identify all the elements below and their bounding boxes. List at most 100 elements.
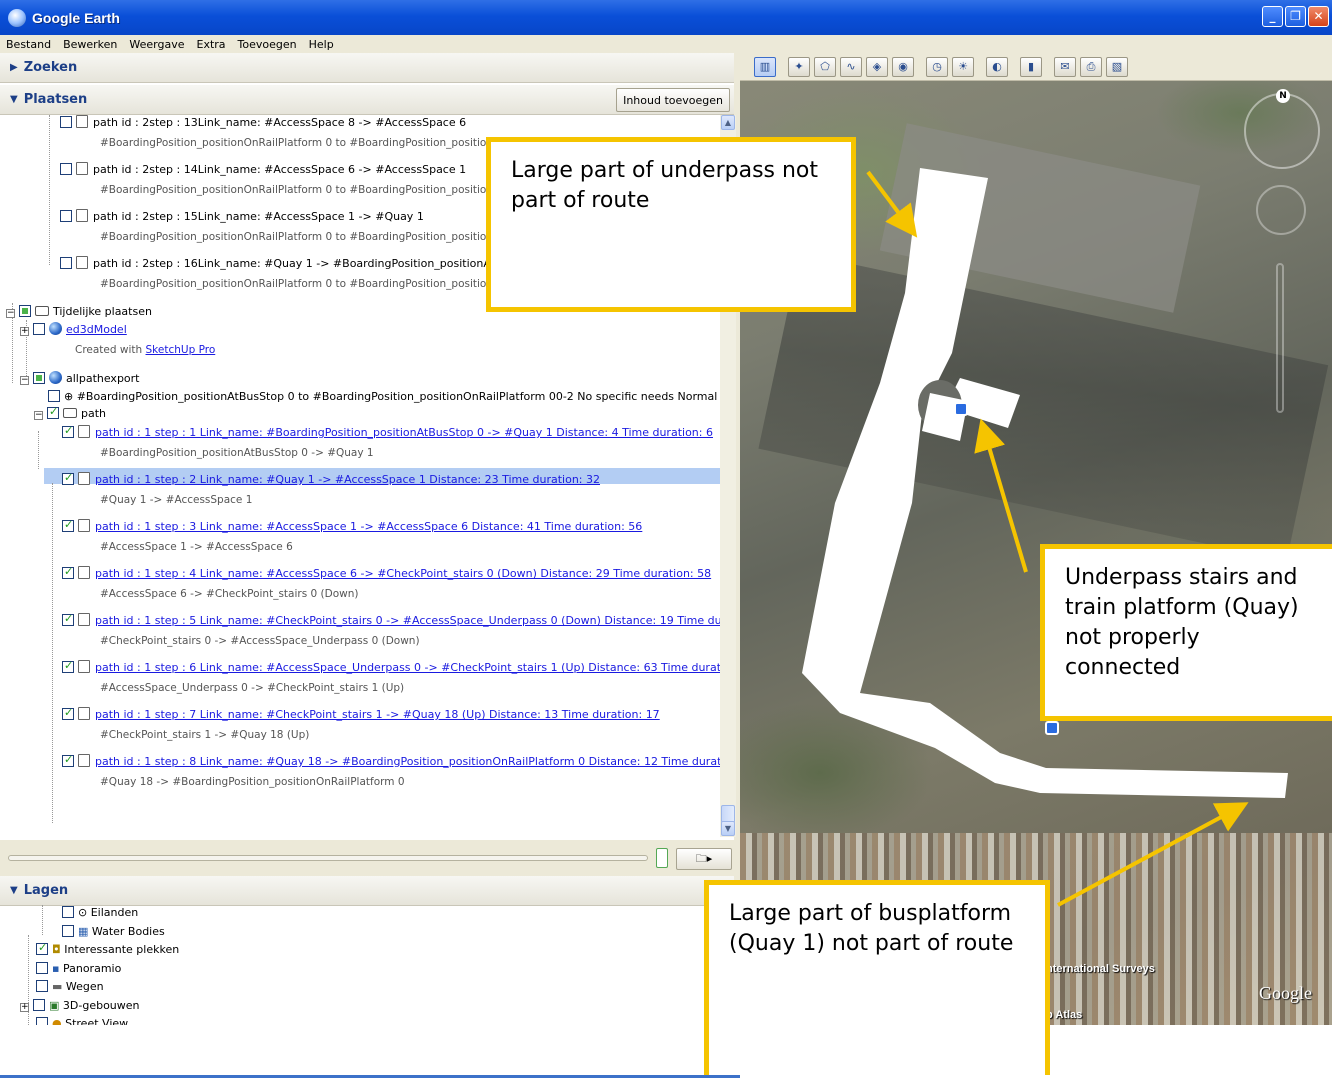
maximize-button[interactable]: ❐ (1285, 6, 1306, 27)
item-link[interactable]: path id : 1 step : 5 Link_name: #CheckPo… (95, 614, 720, 627)
collapse-icon[interactable]: − (6, 309, 15, 318)
close-button[interactable]: ✕ (1308, 6, 1329, 27)
checkbox[interactable] (62, 565, 74, 579)
opacity-slider[interactable] (8, 855, 648, 861)
checkbox[interactable] (60, 116, 72, 128)
list-item[interactable]: path id : 2step : 16Link_name: #Quay 1 -… (60, 256, 527, 270)
list-item[interactable]: path id : 2step : 15Link_name: #AccessSp… (60, 209, 424, 223)
item-description: #AccessSpace 6 -> #CheckPoint_stairs 0 (… (100, 588, 359, 600)
checkbox[interactable] (36, 941, 48, 955)
tree-item-export-desc[interactable]: ⊕ #BoardingPosition_positionAtBusStop 0 … (48, 390, 717, 403)
checkbox[interactable] (62, 518, 74, 532)
list-item[interactable]: path id : 1 step : 3 Link_name: #AccessS… (62, 518, 642, 533)
model-link[interactable]: ed3dModel (66, 323, 127, 336)
list-item[interactable]: path id : 2step : 14Link_name: #AccessSp… (60, 162, 466, 176)
menu-bewerken[interactable]: Bewerken (63, 38, 117, 51)
sunlight-icon[interactable]: ☀ (952, 56, 974, 77)
layer-item[interactable]: ▦ Water Bodies (62, 925, 165, 938)
expand-icon[interactable]: + (20, 327, 29, 336)
folder-menu-button[interactable]: 🗀▸ (676, 848, 732, 870)
look-joystick[interactable] (1256, 185, 1306, 235)
item-link[interactable]: path id : 1 step : 7 Link_name: #CheckPo… (95, 708, 660, 721)
layers-panel-header[interactable]: ▼ Lagen (0, 876, 734, 906)
layer-item[interactable]: ▪ Panoramio (36, 962, 121, 975)
email-icon[interactable]: ✉ (1054, 56, 1076, 77)
checkbox[interactable] (33, 999, 45, 1011)
checkbox[interactable] (62, 612, 74, 626)
placemark-icon[interactable]: ✦ (788, 56, 810, 77)
layer-item[interactable]: ◘ Interessante plekken (36, 941, 179, 956)
checkbox[interactable] (60, 257, 72, 269)
layer-item[interactable]: ● Street View (36, 1017, 128, 1025)
menu-bestand[interactable]: Bestand (6, 38, 51, 51)
checkbox[interactable] (62, 706, 74, 720)
scroll-down-icon[interactable]: ▼ (721, 821, 735, 836)
opacity-slider-handle[interactable] (656, 848, 668, 868)
record-tour-icon[interactable]: ◉ (892, 56, 914, 77)
sidebar-toggle-icon[interactable]: ▥ (754, 56, 776, 77)
ruler-icon[interactable]: ▮ (1020, 56, 1042, 77)
item-link[interactable]: path id : 1 step : 4 Link_name: #AccessS… (95, 567, 711, 580)
polygon-icon[interactable]: ⬠ (814, 56, 836, 77)
sketchup-link[interactable]: SketchUp Pro (146, 344, 216, 356)
places-panel-header[interactable]: ▼ Plaatsen Inhoud toevoegen (0, 85, 734, 115)
layer-item[interactable]: ⊙ Eilanden (62, 906, 138, 919)
search-panel-header[interactable]: ▶ Zoeken (0, 53, 734, 83)
item-link[interactable]: path id : 1 step : 2 Link_name: #Quay 1 … (95, 473, 600, 486)
tree-folder-temp-places[interactable]: − Tijdelijke plaatsen (6, 305, 152, 318)
checkbox[interactable] (62, 753, 74, 767)
list-item[interactable]: path id : 1 step : 4 Link_name: #AccessS… (62, 565, 711, 580)
tree-folder-path[interactable]: − path (34, 405, 106, 420)
item-link[interactable]: path id : 1 step : 6 Link_name: #AccessS… (95, 661, 720, 674)
checkbox[interactable] (48, 390, 60, 402)
checkbox[interactable] (19, 305, 31, 317)
checkbox[interactable] (62, 906, 74, 918)
item-link[interactable]: path id : 1 step : 1 Link_name: #Boardin… (95, 426, 713, 439)
tree-item-model[interactable]: + ed3dModel (20, 322, 127, 336)
overlay-icon[interactable]: ◈ (866, 56, 888, 77)
collapse-icon[interactable]: − (20, 376, 29, 385)
list-item[interactable]: path id : 1 step : 5 Link_name: #CheckPo… (62, 612, 720, 627)
item-link[interactable]: path id : 1 step : 8 Link_name: #Quay 18… (95, 755, 720, 768)
list-item[interactable]: path id : 2step : 13Link_name: #AccessSp… (60, 115, 466, 129)
menu-weergave[interactable]: Weergave (129, 38, 184, 51)
list-item[interactable]: path id : 1 step : 1 Link_name: #Boardin… (62, 424, 713, 439)
navigation-compass[interactable]: N (1244, 89, 1320, 169)
checkbox[interactable] (36, 1017, 48, 1025)
path-icon[interactable]: ∿ (840, 56, 862, 77)
checkbox[interactable] (33, 372, 45, 384)
historical-imagery-icon[interactable]: ◷ (926, 56, 948, 77)
zoom-slider[interactable] (1276, 263, 1284, 413)
expand-icon[interactable]: + (20, 1003, 29, 1012)
tree-item-allpathexport[interactable]: − allpathexport (20, 371, 140, 385)
list-item[interactable]: path id : 1 step : 2 Link_name: #Quay 1 … (62, 471, 600, 486)
scroll-up-icon[interactable]: ▲ (721, 115, 735, 130)
print-icon[interactable]: ⎙ (1080, 56, 1102, 77)
checkbox[interactable] (62, 471, 74, 485)
train-stop-icon[interactable] (1045, 721, 1059, 735)
checkbox[interactable] (47, 405, 59, 419)
checkbox[interactable] (33, 323, 45, 335)
minimize-button[interactable]: _ (1262, 6, 1283, 27)
checkbox[interactable] (36, 980, 48, 992)
planets-icon[interactable]: ◐ (986, 56, 1008, 77)
checkbox[interactable] (60, 163, 72, 175)
layer-item[interactable]: ▬ Wegen (36, 980, 104, 993)
checkbox[interactable] (36, 962, 48, 974)
list-item[interactable]: path id : 1 step : 8 Link_name: #Quay 18… (62, 753, 720, 768)
collapse-icon[interactable]: − (34, 411, 43, 420)
add-content-button[interactable]: Inhoud toevoegen (616, 88, 730, 112)
menu-help[interactable]: Help (309, 38, 334, 51)
menu-toevoegen[interactable]: Toevoegen (238, 38, 297, 51)
item-link[interactable]: path id : 1 step : 3 Link_name: #AccessS… (95, 520, 642, 533)
checkbox[interactable] (62, 925, 74, 937)
checkbox[interactable] (60, 210, 72, 222)
list-item[interactable]: path id : 1 step : 7 Link_name: #CheckPo… (62, 706, 660, 721)
checkbox[interactable] (62, 424, 74, 438)
list-item[interactable]: path id : 1 step : 6 Link_name: #AccessS… (62, 659, 720, 674)
menu-extra[interactable]: Extra (197, 38, 226, 51)
bus-stop-icon[interactable] (954, 402, 968, 416)
google-maps-icon[interactable]: ▧ (1106, 56, 1128, 77)
checkbox[interactable] (62, 659, 74, 673)
layer-item[interactable]: + ▣ 3D-gebouwen (20, 999, 140, 1012)
